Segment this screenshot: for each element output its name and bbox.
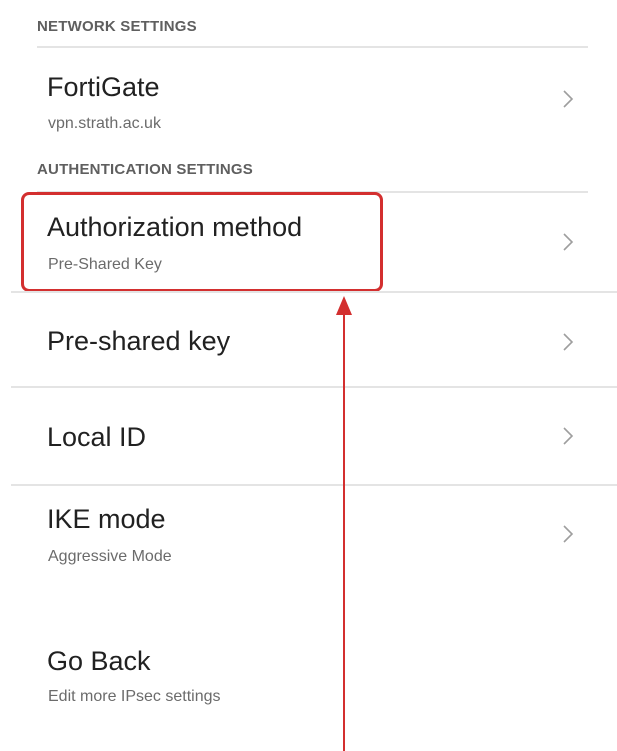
arrow-up-icon xyxy=(336,296,352,751)
